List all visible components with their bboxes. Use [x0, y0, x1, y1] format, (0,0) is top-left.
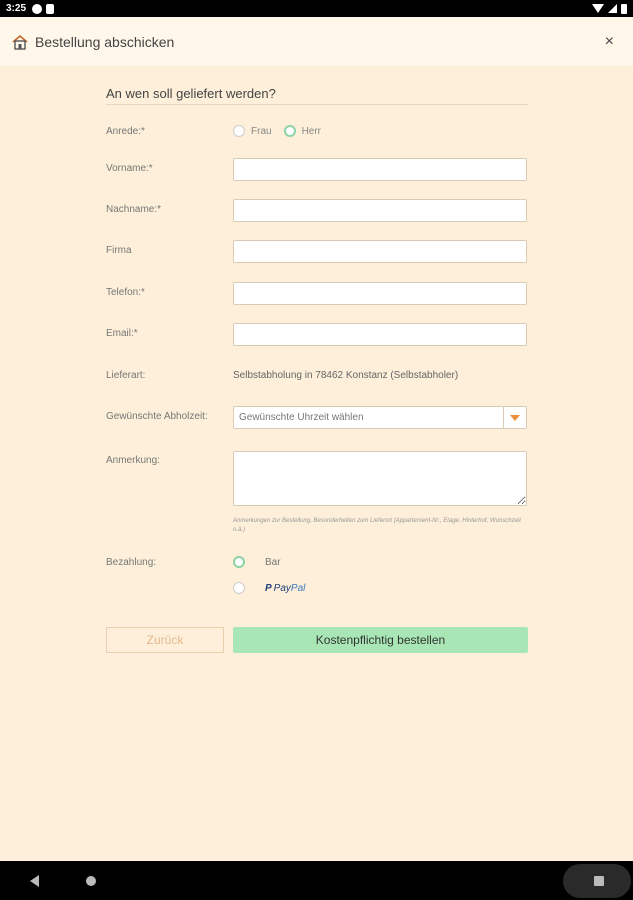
home-nav-icon[interactable]	[86, 876, 96, 886]
company-field[interactable]	[233, 240, 527, 263]
navigation-bar	[0, 861, 633, 900]
remark-hint: Anmerkungen zur Bestellung, Besonderheit…	[233, 518, 521, 533]
remark-field-wrapper: Anmerkungen zur Bestellung, Besonderheit…	[233, 451, 527, 535]
salutation-frau-label: Frau	[251, 125, 272, 137]
remark-textarea[interactable]	[233, 451, 527, 506]
wifi-icon	[592, 4, 604, 13]
last-name-field[interactable]	[233, 199, 527, 222]
dialog-title: Bestellung abschicken	[35, 33, 175, 50]
pickup-time-label: Gewünschte Abholzeit:	[106, 411, 208, 422]
payment-bar-radio[interactable]: Bar	[233, 556, 305, 568]
order-form: An wen soll geliefert werden? Anrede:* F…	[106, 86, 528, 653]
section-title: An wen soll geliefert werden?	[106, 86, 528, 105]
battery-icon	[621, 3, 627, 14]
salutation-herr-label: Herr	[301, 125, 322, 137]
signal-icon	[608, 4, 617, 13]
dialog-header: Bestellung abschicken ×	[0, 17, 633, 66]
radio-checked-icon[interactable]	[233, 556, 245, 568]
pickup-time-select[interactable]: Gewünschte Uhrzeit wählen	[233, 406, 527, 429]
radio-unchecked-icon[interactable]	[233, 582, 245, 594]
paypal-logo: P PayPal	[265, 583, 305, 594]
app-notification-icon	[32, 3, 43, 14]
salutation-options: Frau Herr	[233, 125, 321, 137]
pickup-time-selected: Gewünschte Uhrzeit wählen	[239, 412, 364, 423]
back-button[interactable]: Zurück	[106, 627, 224, 653]
phone-field[interactable]	[233, 282, 527, 305]
salutation-label: Anrede:*	[106, 126, 145, 137]
delivery-label: Lieferart:	[106, 370, 146, 381]
close-button[interactable]: ×	[597, 33, 622, 51]
radio-checked-icon[interactable]	[283, 125, 296, 137]
email-label: Email:*	[106, 328, 138, 339]
salutation-frau-radio[interactable]: Frau	[233, 125, 272, 137]
delivery-value: Selbstabholung in 78462 Konstanz (Selbst…	[233, 370, 459, 381]
back-nav-icon[interactable]	[30, 875, 39, 887]
first-name-label: Vorname:*	[106, 163, 153, 174]
salutation-herr-radio[interactable]: Herr	[283, 125, 322, 137]
recents-nav-icon[interactable]	[594, 876, 604, 886]
payment-paypal-radio[interactable]: P PayPal	[233, 582, 305, 594]
payment-bar-label: Bar	[265, 556, 281, 568]
dropdown-arrow-icon[interactable]	[503, 407, 526, 428]
home-icon	[12, 34, 28, 50]
paypal-logo-pal: Pal	[290, 582, 306, 594]
company-label: Firma	[106, 245, 132, 256]
payment-label: Bezahlung:	[106, 557, 157, 568]
email-field[interactable]	[233, 323, 527, 346]
phone-label: Telefon:*	[106, 287, 145, 298]
remark-label: Anmerkung:	[106, 455, 160, 466]
payment-options: Bar P PayPal	[233, 556, 305, 594]
status-bar: 3:25	[0, 0, 633, 17]
first-name-field[interactable]	[233, 158, 527, 181]
paypal-logo-pay: Pay	[273, 582, 291, 594]
status-time: 3:25	[6, 3, 27, 14]
last-name-label: Nachname:*	[106, 204, 162, 215]
order-button[interactable]: Kostenpflichtig bestellen	[233, 627, 528, 653]
radio-unchecked-icon[interactable]	[233, 125, 245, 137]
paypal-logo-mark: P	[265, 582, 272, 594]
sim-card-icon	[46, 3, 55, 14]
